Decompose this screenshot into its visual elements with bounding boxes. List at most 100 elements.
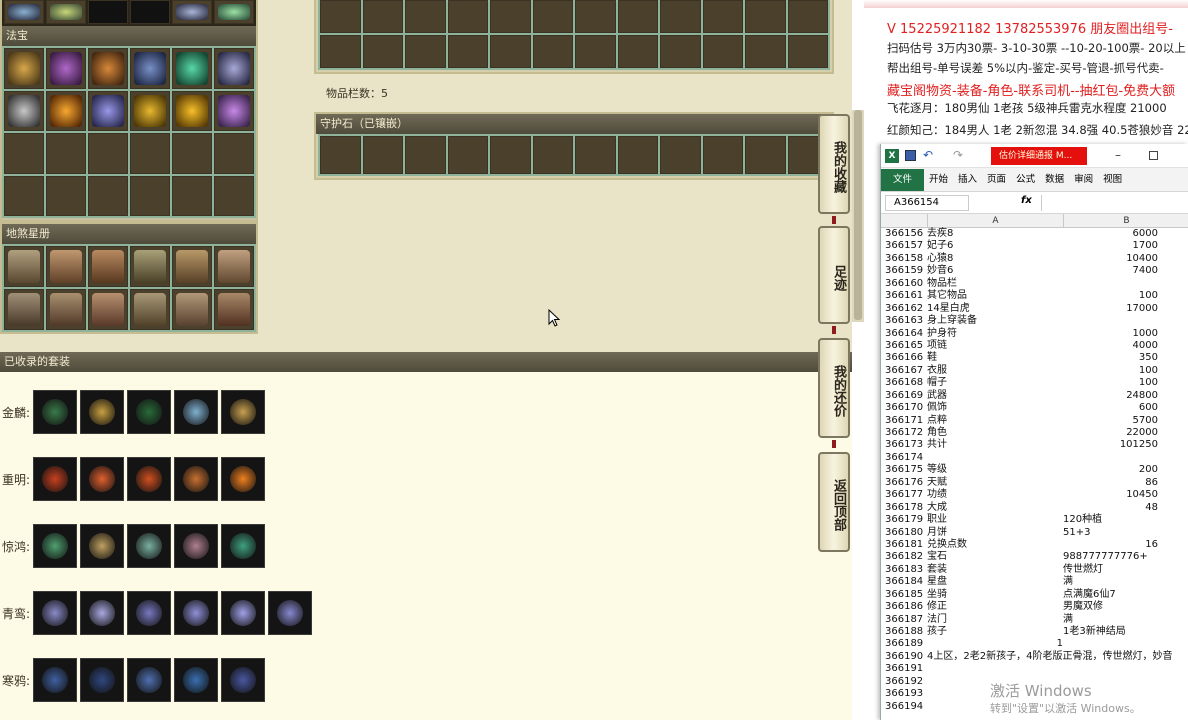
cell-a[interactable]: 坐骑 [927, 589, 1063, 601]
ribbon-tab[interactable]: 文件 [881, 169, 925, 191]
item-slot[interactable] [575, 0, 616, 33]
column-a-header[interactable]: A [927, 214, 1063, 228]
cell-a[interactable]: 修正 [927, 601, 1063, 613]
item-slot[interactable] [4, 0, 44, 24]
column-b-header[interactable]: B [1063, 214, 1188, 228]
row-number[interactable]: 366191 [885, 663, 927, 675]
row-number[interactable]: 366181 [885, 539, 927, 551]
row-number[interactable]: 366186 [885, 601, 927, 613]
cell-b[interactable]: 100 [1063, 365, 1158, 377]
item-slot[interactable] [320, 0, 361, 33]
cell-a[interactable]: 帽子 [927, 377, 1063, 389]
item-slot[interactable] [787, 0, 828, 33]
portrait-slot[interactable] [172, 246, 212, 287]
cell-b[interactable]: 120种植 [1063, 514, 1188, 526]
cell-b[interactable]: 1000 [1063, 328, 1158, 340]
cell-a[interactable]: 妙音6 [927, 265, 1063, 277]
cell-b[interactable]: 10450 [1063, 489, 1158, 501]
portrait-slot[interactable] [130, 289, 170, 330]
row-number[interactable]: 366167 [885, 365, 927, 377]
row-number[interactable]: 366157 [885, 240, 927, 252]
portrait-slot[interactable] [214, 289, 254, 330]
cell-a[interactable]: 职业 [927, 514, 1063, 526]
portrait-slot[interactable] [214, 246, 254, 287]
suit-equipment-icon[interactable] [221, 390, 265, 434]
fabao-slot[interactable] [172, 90, 212, 131]
gem-slot[interactable] [490, 136, 531, 174]
cell-a[interactable]: 衣服 [927, 365, 1063, 377]
cell-b[interactable]: 满 [1063, 614, 1188, 626]
suit-equipment-icon[interactable] [33, 658, 77, 702]
row-number[interactable]: 366174 [885, 452, 927, 464]
cell-a[interactable]: 心猿8 [927, 253, 1063, 265]
row-number[interactable]: 366162 [885, 303, 927, 315]
cell-b[interactable]: 988777777776+ [1063, 551, 1188, 563]
portrait-slot[interactable] [46, 289, 86, 330]
item-slot[interactable] [214, 0, 254, 24]
cell-a[interactable]: 星盘 [927, 576, 1063, 588]
cell-b[interactable]: 22000 [1063, 427, 1158, 439]
fabao-slot[interactable] [172, 175, 212, 216]
row-number[interactable]: 366193 [885, 688, 927, 700]
fabao-slot[interactable] [88, 90, 128, 131]
suit-equipment-icon[interactable] [80, 524, 124, 568]
gem-slot[interactable] [660, 136, 701, 174]
item-slot[interactable] [660, 35, 701, 68]
cell-a[interactable]: 其它物品 [927, 290, 1063, 302]
item-slot[interactable] [532, 0, 573, 33]
suit-equipment-icon[interactable] [174, 658, 218, 702]
fabao-slot[interactable] [214, 90, 254, 131]
cell-b[interactable]: 350 [1063, 352, 1158, 364]
row-number[interactable]: 366179 [885, 514, 927, 526]
my-counteroffer-button[interactable]: 我的还价 [818, 338, 850, 438]
portrait-slot[interactable] [46, 246, 86, 287]
portrait-slot[interactable] [88, 289, 128, 330]
suit-equipment-icon[interactable] [268, 591, 312, 635]
suit-equipment-icon[interactable] [33, 390, 77, 434]
suit-equipment-icon[interactable] [127, 658, 171, 702]
fabao-slot[interactable] [88, 175, 128, 216]
cell-a[interactable]: 功绩 [927, 489, 1063, 501]
cell-a[interactable]: 14星白虎 [927, 303, 1063, 315]
suit-equipment-icon[interactable] [221, 457, 265, 501]
row-number[interactable]: 366185 [885, 589, 927, 601]
fabao-slot[interactable] [4, 48, 44, 89]
save-icon[interactable] [905, 150, 916, 161]
cell-a[interactable]: 项链 [927, 340, 1063, 352]
item-slot[interactable] [405, 0, 446, 33]
cell-b[interactable]: 6000 [1063, 228, 1158, 240]
suit-equipment-icon[interactable] [221, 524, 265, 568]
fabao-slot[interactable] [88, 133, 128, 174]
cell-b[interactable]: 1700 [1063, 240, 1158, 252]
gem-slot[interactable] [362, 136, 403, 174]
cell-a[interactable]: 兑换点数 [927, 539, 1063, 551]
item-slot[interactable] [532, 35, 573, 68]
item-slot[interactable] [320, 35, 361, 68]
cell-b[interactable]: 4000 [1063, 340, 1158, 352]
row-number[interactable]: 366158 [885, 253, 927, 265]
item-slot[interactable] [88, 0, 128, 24]
suit-equipment-icon[interactable] [80, 591, 124, 635]
fabao-slot[interactable] [214, 175, 254, 216]
row-number[interactable]: 366166 [885, 352, 927, 364]
fabao-slot[interactable] [4, 175, 44, 216]
cell-a[interactable]: 角色 [927, 427, 1063, 439]
ribbon-tab[interactable]: 开始 [924, 169, 953, 191]
row-number[interactable]: 366184 [885, 576, 927, 588]
row-number[interactable]: 366176 [885, 477, 927, 489]
fabao-slot[interactable] [4, 133, 44, 174]
gem-slot[interactable] [405, 136, 446, 174]
cell-a[interactable]: 大成 [927, 502, 1063, 514]
ribbon-tab[interactable]: 视图 [1098, 169, 1127, 191]
cell-b[interactable]: 16 [1063, 539, 1158, 551]
cell-b[interactable]: 17000 [1063, 303, 1158, 315]
undo-icon[interactable]: ↶ [923, 148, 933, 162]
gem-slot[interactable] [447, 136, 488, 174]
suit-equipment-icon[interactable] [127, 390, 171, 434]
cell-b[interactable]: 24800 [1063, 390, 1158, 402]
ribbon-tab[interactable]: 公式 [1011, 169, 1040, 191]
cell-a[interactable]: 4上区，2老2新孩子，4阶老版正骨混，传世燃灯，妙音 [927, 651, 1172, 663]
row-number[interactable]: 366194 [885, 701, 927, 713]
suit-equipment-icon[interactable] [33, 591, 77, 635]
suit-equipment-icon[interactable] [174, 524, 218, 568]
